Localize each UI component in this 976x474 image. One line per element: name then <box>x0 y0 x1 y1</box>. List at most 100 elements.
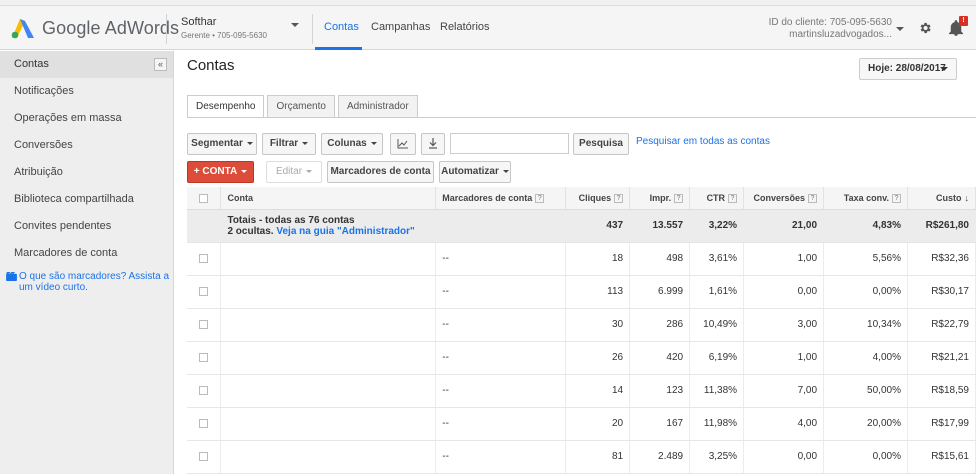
column-header-impr[interactable]: Impr.? <box>629 187 691 210</box>
row-checkbox[interactable] <box>199 319 209 329</box>
account-selector[interactable]: Softhar Gerente • 705-095-5630 <box>181 17 267 41</box>
cell-conversoes: 3,00 <box>743 308 825 342</box>
cell-marcadores: -- <box>435 407 567 441</box>
column-header-conversoes[interactable]: Conversões? <box>743 187 825 210</box>
column-header-taxa-conv[interactable]: Taxa conv.? <box>823 187 908 210</box>
automate-button[interactable]: Automatizar <box>439 161 511 183</box>
row-checkbox[interactable] <box>199 418 209 428</box>
totals-select-cell <box>187 209 222 243</box>
sidebar-item-operacoes-em-massa[interactable]: Operações em massa <box>0 105 173 132</box>
gear-icon[interactable] <box>918 21 932 35</box>
row-checkbox[interactable] <box>199 451 209 461</box>
help-icon[interactable]: ? <box>808 193 818 203</box>
cell-custo: R$17,99 <box>907 407 976 441</box>
row-checkbox[interactable] <box>199 385 209 395</box>
automate-label: Automatizar <box>441 166 499 177</box>
chevron-down-icon <box>306 169 313 173</box>
sidebar-item-contas[interactable]: Contas « <box>0 51 173 78</box>
help-icon[interactable]: ? <box>535 193 545 203</box>
download-button[interactable] <box>421 133 445 155</box>
sidebar-item-conversoes[interactable]: Conversões <box>0 132 173 159</box>
nav-tab-relatorios[interactable]: Relatórios <box>440 21 490 33</box>
nav-tab-contas[interactable]: Contas <box>324 21 359 33</box>
cell-taxa: 50,00% <box>823 374 908 408</box>
cell-marcadores: -- <box>435 275 567 309</box>
column-header-cliques[interactable]: Cliques? <box>565 187 631 210</box>
header-separator <box>312 14 313 44</box>
logo-text: Google AdWords <box>42 17 180 38</box>
sidebar-item-marcadores-de-conta[interactable]: Marcadores de conta <box>0 240 173 267</box>
cell-impr: 123 <box>629 374 691 408</box>
sidebar-item-atribuicao[interactable]: Atribuição <box>0 159 173 186</box>
collapse-sidebar-button[interactable]: « <box>154 58 167 71</box>
chevron-down-icon <box>502 169 509 173</box>
help-video-link[interactable]: O que são marcadores? Assista a um vídeo… <box>0 267 173 293</box>
account-name-cell[interactable] <box>220 374 437 408</box>
colunas-button[interactable]: Colunas <box>321 133 383 155</box>
client-info[interactable]: ID do cliente: 705-095-5630 martinsluzad… <box>769 17 892 41</box>
table-row[interactable]: -- 30 286 10,49% 3,00 10,34% R$22,79 <box>187 308 976 342</box>
cell-ctr: 11,98% <box>689 407 745 441</box>
column-header-conta[interactable]: Conta <box>220 187 437 210</box>
account-name-cell[interactable] <box>220 242 437 276</box>
table-row[interactable]: -- 113 6.999 1,61% 0,00 0,00% R$30,17 <box>187 275 976 309</box>
row-checkbox[interactable] <box>199 286 209 296</box>
account-labels-button[interactable]: Marcadores de conta <box>327 161 434 193</box>
main-content: Contas Hoje: 28/08/2017 Desempenho Orçam… <box>175 51 976 474</box>
cell-marcadores: -- <box>435 341 567 375</box>
admin-tab-link[interactable]: Veja na guia "Administrador" <box>276 226 414 237</box>
table-row[interactable]: -- 26 420 6,19% 1,00 4,00% R$21,21 <box>187 341 976 375</box>
cell-taxa: 4,00% <box>823 341 908 375</box>
column-header-ctr[interactable]: CTR? <box>689 187 745 210</box>
column-header-label: Marcadores de conta <box>442 192 533 203</box>
accounts-table: Conta Marcadores de conta? Cliques? Impr… <box>187 187 976 474</box>
search-button[interactable]: Pesquisa <box>573 133 629 155</box>
account-name-cell[interactable] <box>220 308 437 342</box>
help-icon[interactable]: ? <box>614 193 624 203</box>
sidebar-item-biblioteca-compartilhada[interactable]: Biblioteca compartilhada <box>0 186 173 213</box>
table-row[interactable]: -- 14 123 11,38% 7,00 50,00% R$18,59 <box>187 374 976 408</box>
cell-ctr: 10,49% <box>689 308 745 342</box>
totals-label-cell: Totais - todas as 76 contas 2 ocultas. V… <box>220 209 437 243</box>
search-all-accounts-link[interactable]: Pesquisar em todas as contas <box>636 136 770 147</box>
filtrar-button[interactable]: Filtrar <box>262 133 316 155</box>
table-row[interactable]: -- 81 2.489 3,25% 0,00 0,00% R$15,61 <box>187 440 976 474</box>
search-input[interactable] <box>450 133 569 154</box>
cell-taxa: 0,00% <box>823 440 908 474</box>
totals-marcadores <box>435 209 567 243</box>
sidebar-item-notificacoes[interactable]: Notificações <box>0 78 173 105</box>
help-icon[interactable]: ? <box>728 193 738 203</box>
account-name-cell[interactable] <box>220 440 437 474</box>
table-row[interactable]: -- 20 167 11,98% 4,00 20,00% R$17,99 <box>187 407 976 441</box>
video-icon <box>6 272 17 281</box>
account-dropdown-icon[interactable] <box>291 23 299 27</box>
column-header-custo[interactable]: Custo ↓ <box>907 187 976 210</box>
date-range-button[interactable]: Hoje: 28/08/2017 <box>859 58 957 80</box>
account-name-cell[interactable] <box>220 407 437 441</box>
account-name-cell[interactable] <box>220 341 437 375</box>
tab-orcamento[interactable]: Orçamento <box>267 95 335 118</box>
chart-button[interactable] <box>390 133 416 155</box>
select-all-checkbox[interactable] <box>199 193 209 203</box>
row-checkbox[interactable] <box>199 253 209 263</box>
tab-desempenho[interactable]: Desempenho <box>187 95 265 118</box>
table-row[interactable]: -- 18 498 3,61% 1,00 5,56% R$32,36 <box>187 242 976 276</box>
account-name-cell[interactable] <box>220 275 437 309</box>
cell-marcadores: -- <box>435 440 567 474</box>
cell-custo: R$15,61 <box>907 440 976 474</box>
cell-impr: 286 <box>629 308 691 342</box>
tab-administrador[interactable]: Administrador <box>337 95 418 118</box>
column-header-marcadores[interactable]: Marcadores de conta? <box>435 187 567 210</box>
sidebar-item-convites-pendentes[interactable]: Convites pendentes <box>0 213 173 240</box>
adwords-logo[interactable]: Google AdWords <box>10 15 179 41</box>
row-checkbox[interactable] <box>199 352 209 362</box>
segmentar-button[interactable]: Segmentar <box>187 133 257 155</box>
help-icon[interactable]: ? <box>891 193 901 203</box>
nav-tab-campanhas[interactable]: Campanhas <box>371 21 430 33</box>
cell-conversoes: 0,00 <box>743 275 825 309</box>
client-dropdown-icon[interactable] <box>896 27 904 31</box>
add-account-button[interactable]: + CONTA <box>187 161 254 183</box>
edit-button[interactable]: Editar <box>266 161 322 183</box>
account-labels-label: Marcadores de conta <box>330 166 431 177</box>
help-icon[interactable]: ? <box>674 193 684 203</box>
